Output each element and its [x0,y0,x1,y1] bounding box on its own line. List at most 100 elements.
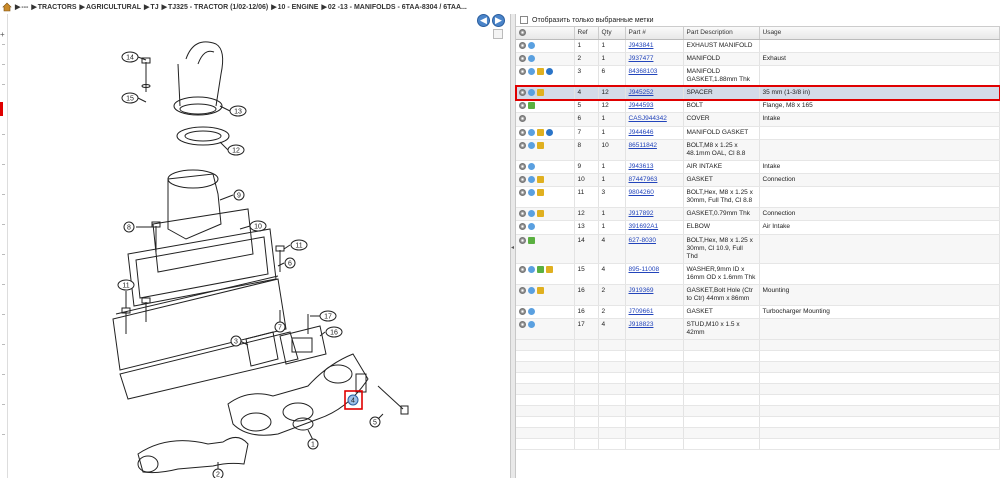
table-row[interactable]: 6 1 CASJ944342 COVER Intake [516,112,1000,127]
part-number-link[interactable]: J919369 [629,287,654,294]
table-row[interactable]: 9 1 J943613 AIR INTAKE Intake [516,160,1000,175]
info-icon[interactable] [528,307,535,315]
gear-icon[interactable] [519,162,526,170]
replace-arrow-icon[interactable] [528,102,535,110]
gear-icon[interactable] [519,102,526,110]
part-number-link[interactable]: J917892 [629,210,654,217]
gear-icon[interactable] [519,176,526,184]
callout-14[interactable]: 14 [121,51,139,63]
gear-icon[interactable] [519,141,526,149]
part-number-link[interactable]: J943613 [629,163,654,170]
table-row[interactable]: 10 1 87447963 GASKET Connection [516,173,1000,188]
package-icon[interactable] [537,141,544,149]
callout-12[interactable]: 12 [227,144,245,156]
gear-icon[interactable] [519,236,526,244]
info-icon[interactable] [528,88,535,96]
package-icon[interactable] [537,210,544,218]
info-icon[interactable] [528,320,535,328]
part-number-link[interactable]: J944646 [629,129,654,136]
globe-icon[interactable] [546,67,553,75]
callout-2[interactable]: 2 [212,468,224,478]
part-number-link[interactable]: J937477 [629,55,654,62]
gear-icon[interactable] [519,88,526,96]
package-icon[interactable] [546,265,553,273]
package-icon[interactable] [537,176,544,184]
home-icon[interactable] [2,2,12,12]
part-number-link[interactable]: 627-8030 [629,237,656,244]
gear-icon[interactable] [519,223,526,231]
table-row[interactable]: 13 1 391692A1 ELBOW Air Intake [516,220,1000,235]
gear-icon[interactable] [519,67,526,75]
expand-icon[interactable]: + [0,30,5,39]
replace-arrow-icon[interactable] [528,236,535,244]
table-row[interactable]: 2 1 J937477 MANIFOLD Exhaust [516,52,1000,66]
table-row[interactable]: 16 2 J709661 GASKET Turbocharger Mounting [516,305,1000,319]
callout-17[interactable]: 17 [319,310,337,322]
info-icon[interactable] [528,67,535,75]
info-icon[interactable] [528,128,535,136]
info-icon[interactable] [528,265,535,273]
package-icon[interactable] [537,128,544,136]
table-row[interactable]: 8 10 86511842 BOLT,M8 x 1.25 x 48.1mm OAL, … [516,139,1000,161]
callout-1[interactable]: 1 [307,438,319,450]
callout-16[interactable]: 16 [325,326,343,338]
callout-4[interactable]: 4 [347,394,359,406]
part-number-link[interactable]: J945252 [629,89,654,96]
part-number-link[interactable]: J709661 [629,308,654,315]
header-select-all[interactable] [516,27,575,40]
table-row[interactable]: 11 3 9804260 BOLT,Hex, M8 x 1.25 x 30mm, Fu… [516,186,1000,209]
info-icon[interactable] [528,189,535,197]
table-row[interactable]: 17 4 J918823 STUD,M10 x 1.5 x 42mm [516,318,1000,340]
breadcrumb-item[interactable]: ▶TJ [144,3,159,11]
package-icon[interactable] [537,189,544,197]
part-number-link[interactable]: 391692A1 [629,223,659,230]
part-number-link[interactable]: J944593 [629,102,654,109]
part-number-link[interactable]: J943841 [629,42,654,49]
callout-11[interactable]: 11 [117,279,135,291]
header-ref[interactable]: Ref [574,27,599,40]
header-part-number[interactable]: Part # [625,27,684,40]
callout-9[interactable]: 9 [233,189,245,201]
breadcrumb-item[interactable]: ▶10 - ENGINE [271,3,318,11]
header-qty[interactable]: Qty [598,27,626,40]
callout-8[interactable]: 8 [123,221,135,233]
info-icon[interactable] [528,223,535,231]
table-row[interactable]: 15 4 895-11008 WASHER,9mm ID x 16mm OD x 1.… [516,263,1000,285]
gear-icon[interactable] [519,54,526,62]
info-icon[interactable] [528,162,535,170]
table-row[interactable]: 12 1 J917892 GASKET,0.79mm Thk Connection [516,207,1000,222]
breadcrumb-item[interactable]: ▶--- [15,3,28,11]
part-number-link[interactable]: 84368103 [629,68,658,75]
gear-icon[interactable] [519,320,526,328]
table-row[interactable]: 16 2 J919369 GASKET,Bolt Hole (Ctr to Ctr) … [516,284,1000,306]
table-row[interactable]: 5 12 J944593 BOLT Flange, M8 x 165 [516,99,1000,114]
show-selected-only-checkbox[interactable] [520,16,528,24]
part-number-link[interactable]: 87447963 [629,176,658,183]
callout-7[interactable]: 7 [274,321,286,333]
part-number-link[interactable]: CASJ944342 [629,115,667,122]
info-icon[interactable] [528,176,535,184]
info-icon[interactable] [528,41,535,49]
package-icon[interactable] [537,67,544,75]
package-icon[interactable] [537,286,544,294]
callout-3[interactable]: 3 [230,335,242,347]
info-icon[interactable] [528,210,535,218]
gear-icon[interactable] [519,286,526,294]
table-row[interactable]: 3 6 84368103 MANIFOLD GASKET,1.88mm Thk [516,65,1000,87]
breadcrumb-item[interactable]: ▶02 -13 - MANIFOLDS - 6TAA-8304 / 6TAA..… [321,3,466,11]
callout-6[interactable]: 6 [284,257,296,269]
replace-arrow-icon[interactable] [537,265,544,273]
gear-icon[interactable] [519,128,526,136]
callout-15[interactable]: 15 [121,92,139,104]
gear-icon[interactable] [519,307,526,315]
gear-icon[interactable] [519,115,526,123]
gear-icon[interactable] [519,210,526,218]
callout-10[interactable]: 10 [249,220,267,232]
collapse-arrow-icon[interactable]: ◂ [511,244,515,254]
breadcrumb-item[interactable]: ▶AGRICULTURAL [80,3,141,11]
gear-icon[interactable] [519,265,526,273]
gear-icon[interactable] [519,189,526,197]
header-usage[interactable]: Usage [759,27,1000,40]
gear-icon[interactable] [519,29,526,37]
table-row[interactable]: 4 12 J945252 SPACER 35 mm (1-3/8 in) [515,85,1000,101]
